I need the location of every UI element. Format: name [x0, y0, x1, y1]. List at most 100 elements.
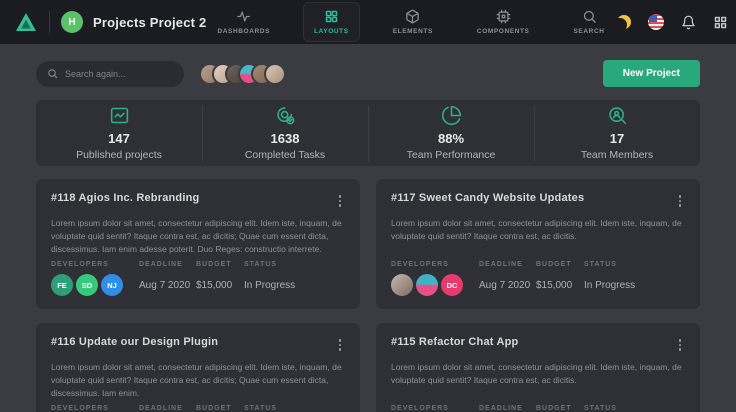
project-card-title: #117 Sweet Candy Website Updates	[391, 192, 584, 204]
top-navbar: H Projects Project 2 DASHBOARDS LAYOUTS …	[0, 0, 736, 44]
developers-label: DEVELOPERS	[391, 405, 479, 412]
project-card-footer: DEVELOPERS DC DEADLINE Aug 7 2020 BUDGET…	[391, 261, 685, 296]
deadline-label: DEADLINE	[479, 261, 536, 268]
developer-avatar	[391, 274, 413, 296]
developers-label: DEVELOPERS	[391, 261, 479, 268]
developers-label: DEVELOPERS	[51, 405, 139, 412]
project-card-footer: DEVELOPERS FE SD NJ DEADLINE Aug 7 2020 …	[51, 261, 345, 296]
page-title: Projects Project 2	[93, 15, 206, 30]
kebab-menu-icon[interactable]	[675, 336, 686, 354]
navbar-actions	[616, 8, 736, 36]
budget-value: $15,000	[196, 274, 244, 296]
nav-item-label: ELEMENTS	[393, 28, 433, 35]
stat-label: Team Performance	[407, 149, 496, 161]
nav-item-label: SEARCH	[574, 28, 605, 35]
search-icon	[582, 9, 597, 24]
activity-icon	[236, 9, 251, 24]
team-member-avatar[interactable]	[264, 63, 286, 85]
deadline-label: DEADLINE	[139, 261, 196, 268]
workspace-avatar: H	[61, 11, 83, 33]
project-card: #118 Agios Inc. Rebranding Lorem ipsum d…	[36, 179, 360, 309]
deadline-label: DEADLINE	[139, 405, 196, 412]
stat-value: 88%	[438, 131, 464, 146]
project-card-description: Lorem ipsum dolor sit amet, consectetur …	[391, 361, 685, 387]
nav-item-label: COMPONENTS	[477, 28, 530, 35]
stat-label: Completed Tasks	[245, 149, 325, 161]
main-nav: DASHBOARDS LAYOUTS ELEMENTS COMPONENTS S…	[206, 2, 615, 42]
stat-label: Published projects	[76, 149, 162, 161]
project-card-description: Lorem ipsum dolor sit amet, consectetur …	[51, 217, 345, 256]
stat-value: 1638	[271, 131, 300, 146]
box-icon	[405, 9, 420, 24]
stat-value: 17	[610, 131, 624, 146]
developer-avatar: SD	[76, 274, 98, 296]
new-project-button[interactable]: New Project	[603, 60, 700, 87]
apps-grid-icon	[713, 15, 728, 30]
status-label: STATUS	[584, 261, 685, 268]
budget-label: BUDGET	[196, 405, 244, 412]
nav-item-elements[interactable]: ELEMENTS	[382, 2, 444, 42]
cpu-icon	[496, 9, 511, 24]
status-value: In Progress	[244, 274, 345, 296]
team-avatar-group	[199, 63, 286, 85]
project-card: #116 Update our Design Plugin Lorem ipsu…	[36, 323, 360, 412]
notifications-button[interactable]	[680, 14, 697, 31]
nav-item-search[interactable]: SEARCH	[563, 2, 616, 42]
search-icon	[47, 68, 58, 79]
dark-mode-toggle[interactable]	[616, 14, 633, 31]
app-logo-icon[interactable]	[14, 10, 38, 34]
moon-icon	[617, 15, 631, 29]
project-card-title: #116 Update our Design Plugin	[51, 336, 218, 348]
brand: H Projects Project 2	[14, 10, 206, 34]
stat-team-members: 17 Team Members	[534, 100, 700, 166]
pie-chart-icon	[441, 105, 462, 126]
developer-avatar: DC	[441, 274, 463, 296]
line-chart-icon	[109, 105, 130, 126]
nav-item-components[interactable]: COMPONENTS	[466, 2, 541, 42]
project-card-footer: DEVELOPERS DEADLINE BUDGET STATUS	[391, 405, 685, 412]
budget-label: BUDGET	[196, 261, 244, 268]
search-input[interactable]	[65, 69, 173, 79]
deadline-value: Aug 7 2020	[139, 274, 196, 296]
projects-grid: #118 Agios Inc. Rebranding Lorem ipsum d…	[36, 179, 700, 412]
developer-avatar: NJ	[101, 274, 123, 296]
divider	[49, 11, 50, 33]
kebab-menu-icon[interactable]	[675, 192, 686, 210]
stat-completed-tasks: 1638 Completed Tasks	[202, 100, 368, 166]
nav-item-layouts[interactable]: LAYOUTS	[303, 2, 360, 42]
bell-icon	[681, 15, 696, 30]
language-selector[interactable]	[648, 14, 665, 31]
apps-menu-button[interactable]	[712, 14, 729, 31]
target-check-icon	[275, 105, 296, 126]
user-search-icon	[607, 105, 628, 126]
stat-value: 147	[108, 131, 130, 146]
project-card-footer: DEVELOPERS DEADLINE BUDGET STATUS	[51, 405, 345, 412]
stat-label: Team Members	[581, 149, 653, 161]
developer-avatar: FE	[51, 274, 73, 296]
budget-label: BUDGET	[536, 405, 584, 412]
budget-label: BUDGET	[536, 261, 584, 268]
status-label: STATUS	[244, 261, 345, 268]
stat-published-projects: 147 Published projects	[36, 100, 202, 166]
main-content: New Project 147 Published projects 1638 …	[0, 44, 736, 412]
status-value: In Progress	[584, 274, 685, 296]
kebab-menu-icon[interactable]	[335, 192, 346, 210]
search-box	[36, 61, 184, 87]
toolbar: New Project	[36, 60, 700, 87]
stat-team-performance: 88% Team Performance	[368, 100, 534, 166]
project-card: #117 Sweet Candy Website Updates Lorem i…	[376, 179, 700, 309]
kebab-menu-icon[interactable]	[335, 336, 346, 354]
stats-panel: 147 Published projects 1638 Completed Ta…	[36, 100, 700, 166]
status-label: STATUS	[244, 405, 345, 412]
status-label: STATUS	[584, 405, 685, 412]
project-card-description: Lorem ipsum dolor sit amet, consectetur …	[391, 217, 685, 243]
project-card-description: Lorem ipsum dolor sit amet, consectetur …	[51, 361, 345, 400]
project-card-title: #115 Refactor Chat App	[391, 336, 518, 348]
layout-grid-icon	[324, 9, 339, 24]
nav-item-label: DASHBOARDS	[217, 28, 270, 35]
developers-label: DEVELOPERS	[51, 261, 139, 268]
project-card: #115 Refactor Chat App Lorem ipsum dolor…	[376, 323, 700, 412]
us-flag-icon	[648, 14, 664, 30]
project-card-title: #118 Agios Inc. Rebranding	[51, 192, 199, 204]
nav-item-dashboards[interactable]: DASHBOARDS	[206, 2, 281, 42]
